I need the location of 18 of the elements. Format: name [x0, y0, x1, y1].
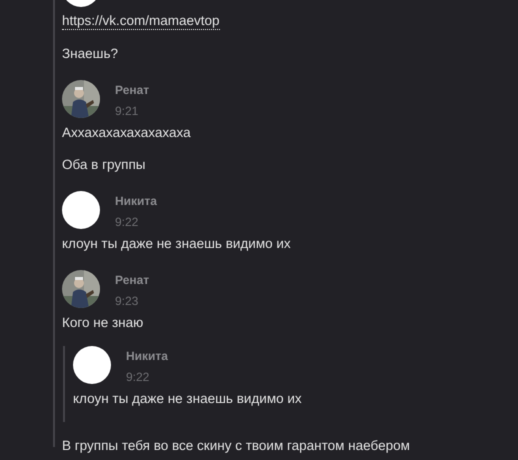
message-text: Кого не знаю — [62, 314, 144, 331]
message-text: клоун ты даже не знаешь видимо их — [62, 235, 292, 252]
message-text: В группы тебя во все скину с твоим гарантом наебером — [62, 437, 411, 454]
author-name: Никита — [126, 348, 168, 364]
author-name: Ренат — [115, 272, 150, 288]
message-time: 9:22 — [115, 214, 140, 230]
avatar — [73, 346, 111, 384]
author-name: Никита — [115, 193, 157, 209]
message-text: Знаешь? — [62, 45, 119, 62]
author-name: Ренат — [115, 82, 150, 98]
link[interactable]: https://vk.com/mamaevtop — [62, 12, 220, 30]
message-text: клоун ты даже не знаешь видимо их — [73, 390, 303, 407]
message-text: Оба в группы — [62, 156, 146, 173]
message-time: 9:21 — [115, 103, 140, 119]
message-time: 9:23 — [115, 293, 140, 309]
message-time: 9:22 — [126, 369, 150, 385]
avatar — [62, 191, 100, 229]
message-text: Аххахахахахахахаха — [62, 124, 192, 141]
